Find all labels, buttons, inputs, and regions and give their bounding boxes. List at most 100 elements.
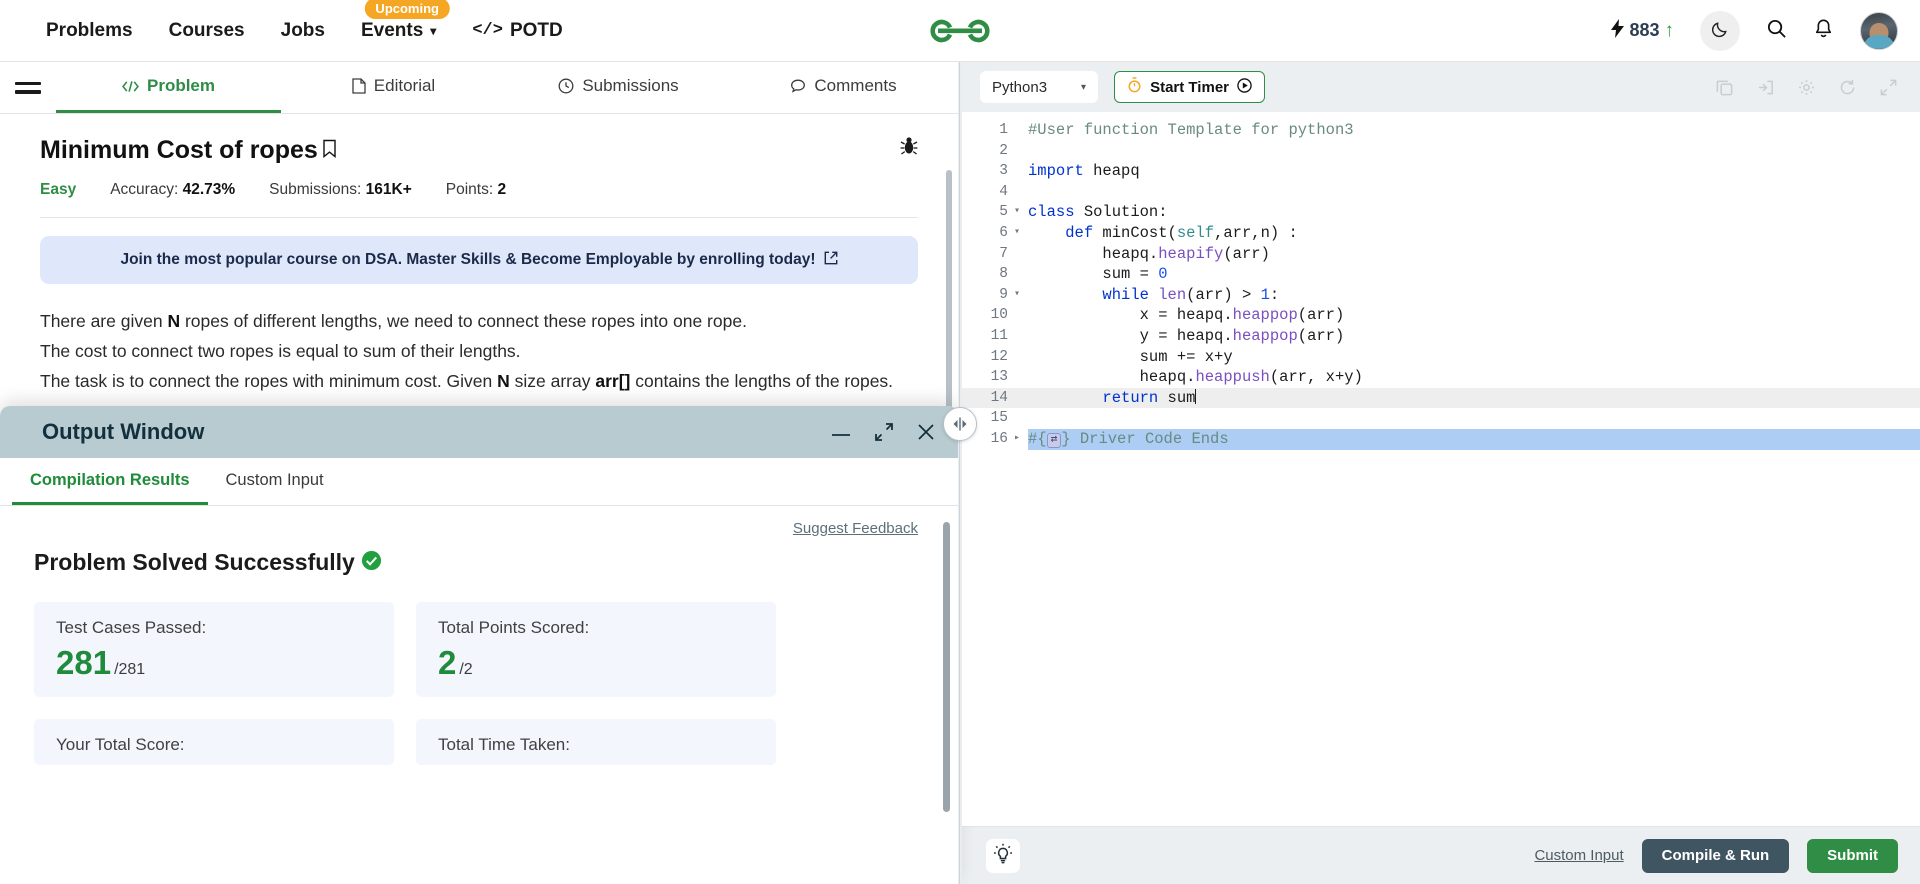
tab-submissions[interactable]: Submissions — [506, 62, 731, 113]
code-line[interactable]: 4 — [962, 182, 1920, 203]
output-window-header: Output Window — [0, 406, 958, 458]
code-line[interactable]: 15 — [962, 408, 1920, 429]
description-paragraph-1: There are given N ropes of different len… — [40, 311, 747, 331]
code-line[interactable]: 13 heapq.heappush(arr, x+y) — [962, 367, 1920, 388]
token-kw: return — [1102, 388, 1159, 407]
token-txt: (arr) — [1297, 306, 1345, 325]
line-number: 4 — [999, 183, 1008, 200]
code-line[interactable]: 14 return sum — [962, 387, 1920, 409]
custom-input-link[interactable]: Custom Input — [1534, 847, 1623, 864]
token-kw: class — [1028, 203, 1075, 222]
fullscreen-icon[interactable] — [1879, 78, 1898, 97]
line-number: 2 — [999, 142, 1008, 159]
top-navbar: Problems Courses Jobs Upcoming Events ▾ … — [0, 0, 1920, 62]
code-line[interactable]: 16 ▸ #{⇄} Driver Code Ends — [962, 428, 1920, 450]
fold-toggle-icon[interactable]: ▸ — [1014, 429, 1028, 450]
events-upcoming-badge: Upcoming — [364, 0, 450, 19]
collapse-expand-handle-icon[interactable] — [943, 407, 977, 441]
fold-toggle-icon[interactable]: ▾ — [1014, 285, 1028, 306]
compile-and-run-button[interactable]: Compile & Run — [1641, 838, 1790, 873]
code-text: #User function Template for python3 — [1028, 120, 1920, 141]
code-lines: 1 #User function Template for python3 2 3 im… — [962, 112, 1920, 450]
nav-item-events-label: Events — [360, 19, 424, 41]
feedback-row: Suggest Feedback — [34, 520, 918, 537]
code-line[interactable]: 7 heapq.heapify(arr) — [962, 244, 1920, 265]
token-txt: minCost( — [1093, 223, 1177, 242]
line-number: 7 — [999, 245, 1008, 262]
code-text: #{⇄} Driver Code Ends — [1028, 428, 1920, 450]
search-button[interactable] — [1766, 18, 1787, 43]
streak-counter[interactable]: 883 ↑ — [1611, 18, 1674, 43]
bookmark-icon[interactable] — [322, 136, 337, 165]
promo-banner[interactable]: Join the most popular course on DSA. Mas… — [40, 236, 918, 284]
accuracy-value: 42.73% — [182, 181, 236, 198]
tab-compilation-results[interactable]: Compilation Results — [12, 458, 208, 505]
submit-button[interactable]: Submit — [1807, 838, 1898, 873]
nav-item-courses[interactable]: Courses — [169, 20, 245, 42]
language-select[interactable]: Python3 ▾ — [980, 71, 1099, 103]
notifications-button[interactable] — [1813, 18, 1834, 44]
card-value-row: 281 /281 — [56, 646, 372, 679]
token-txt: y = heapq. — [1028, 326, 1233, 345]
divider — [40, 217, 918, 218]
submissions-value: 161K+ — [365, 181, 412, 198]
output-scrollbar[interactable] — [943, 522, 950, 812]
description-paragraph-3: The task is to connect the ropes with mi… — [40, 371, 894, 392]
code-line[interactable]: 2 — [962, 141, 1920, 162]
nav-item-events[interactable]: Upcoming Events ▾ — [360, 0, 450, 42]
tab-editorial[interactable]: Editorial — [281, 62, 506, 113]
tab-custom-input[interactable]: Custom Input — [208, 458, 342, 505]
copy-icon[interactable] — [1715, 78, 1734, 97]
import-file-icon[interactable] — [1756, 78, 1775, 97]
close-icon[interactable] — [916, 422, 936, 442]
fold-toggle-icon[interactable]: ▾ — [1014, 202, 1028, 223]
tab-problem[interactable]: Problem — [56, 62, 281, 113]
card-your-total-score: Your Total Score: — [34, 719, 394, 765]
line-number: 3 — [999, 163, 1008, 180]
notification-bell-icon — [1813, 18, 1834, 44]
nav-item-problems[interactable]: Problems — [46, 20, 133, 42]
suggest-feedback-link[interactable]: Suggest Feedback — [793, 520, 918, 537]
accuracy-label: Accuracy: — [110, 181, 179, 198]
code-line[interactable]: 5 ▾ class Solution: — [962, 202, 1920, 223]
theme-toggle-button[interactable] — [1700, 10, 1740, 51]
code-line[interactable]: 6 ▾ def minCost(self,arr,n) : — [962, 223, 1920, 244]
reset-code-icon[interactable] — [1838, 78, 1857, 97]
action-buttons: Custom Input Compile & Run Submit — [1534, 838, 1898, 873]
editor-tool-icons — [1715, 78, 1898, 97]
code-text: import heapq — [1028, 161, 1920, 182]
start-timer-label: Start Timer — [1150, 78, 1229, 96]
code-text: heapq.heapify(arr) — [1028, 244, 1920, 265]
problem-tab-bar: Problem Editorial Submissions Comments — [0, 62, 958, 114]
geeksforgeeks-logo[interactable] — [928, 14, 992, 48]
code-line[interactable]: 3 import heapq — [962, 161, 1920, 182]
code-line[interactable]: 11 y = heapq.heappop(arr) — [962, 326, 1920, 347]
code-line[interactable]: 8 sum = 0 — [962, 264, 1920, 285]
fold-toggle-icon[interactable]: ▾ — [1014, 223, 1028, 244]
token-fn: len — [1158, 285, 1187, 304]
play-circle-icon — [1237, 77, 1252, 97]
nav-item-potd[interactable]: </> POTD — [472, 20, 562, 42]
token-txt: sum += x+y — [1028, 347, 1233, 366]
expand-icon[interactable] — [874, 422, 894, 442]
hint-bulb-button[interactable] — [986, 838, 1020, 873]
minimize-icon[interactable] — [830, 426, 852, 438]
token-fn: heapify — [1158, 244, 1224, 263]
problem-title-text: Minimum Cost of ropes — [40, 136, 318, 164]
menu-hamburger-icon[interactable] — [0, 62, 56, 113]
code-line[interactable]: 1 #User function Template for python3 — [962, 120, 1920, 141]
avatar[interactable] — [1860, 11, 1898, 50]
settings-gear-icon[interactable] — [1797, 78, 1816, 97]
code-line[interactable]: 12 sum += x+y — [962, 347, 1920, 368]
token-fn: heappop — [1232, 326, 1298, 345]
nav-item-jobs[interactable]: Jobs — [281, 20, 325, 42]
code-text: def minCost(self,arr,n) : — [1028, 223, 1920, 244]
tab-editorial-label: Editorial — [373, 76, 436, 95]
code-editor[interactable]: 1 #User function Template for python3 2 3 im… — [962, 112, 1920, 826]
tab-comments[interactable]: Comments — [731, 62, 956, 113]
code-line[interactable]: 10 x = heapq.heappop(arr) — [962, 305, 1920, 326]
start-timer-button[interactable]: Start Timer — [1114, 71, 1265, 103]
code-line[interactable]: 9 ▾ while len(arr) > 1: — [962, 285, 1920, 306]
bug-report-icon[interactable] — [900, 136, 918, 160]
